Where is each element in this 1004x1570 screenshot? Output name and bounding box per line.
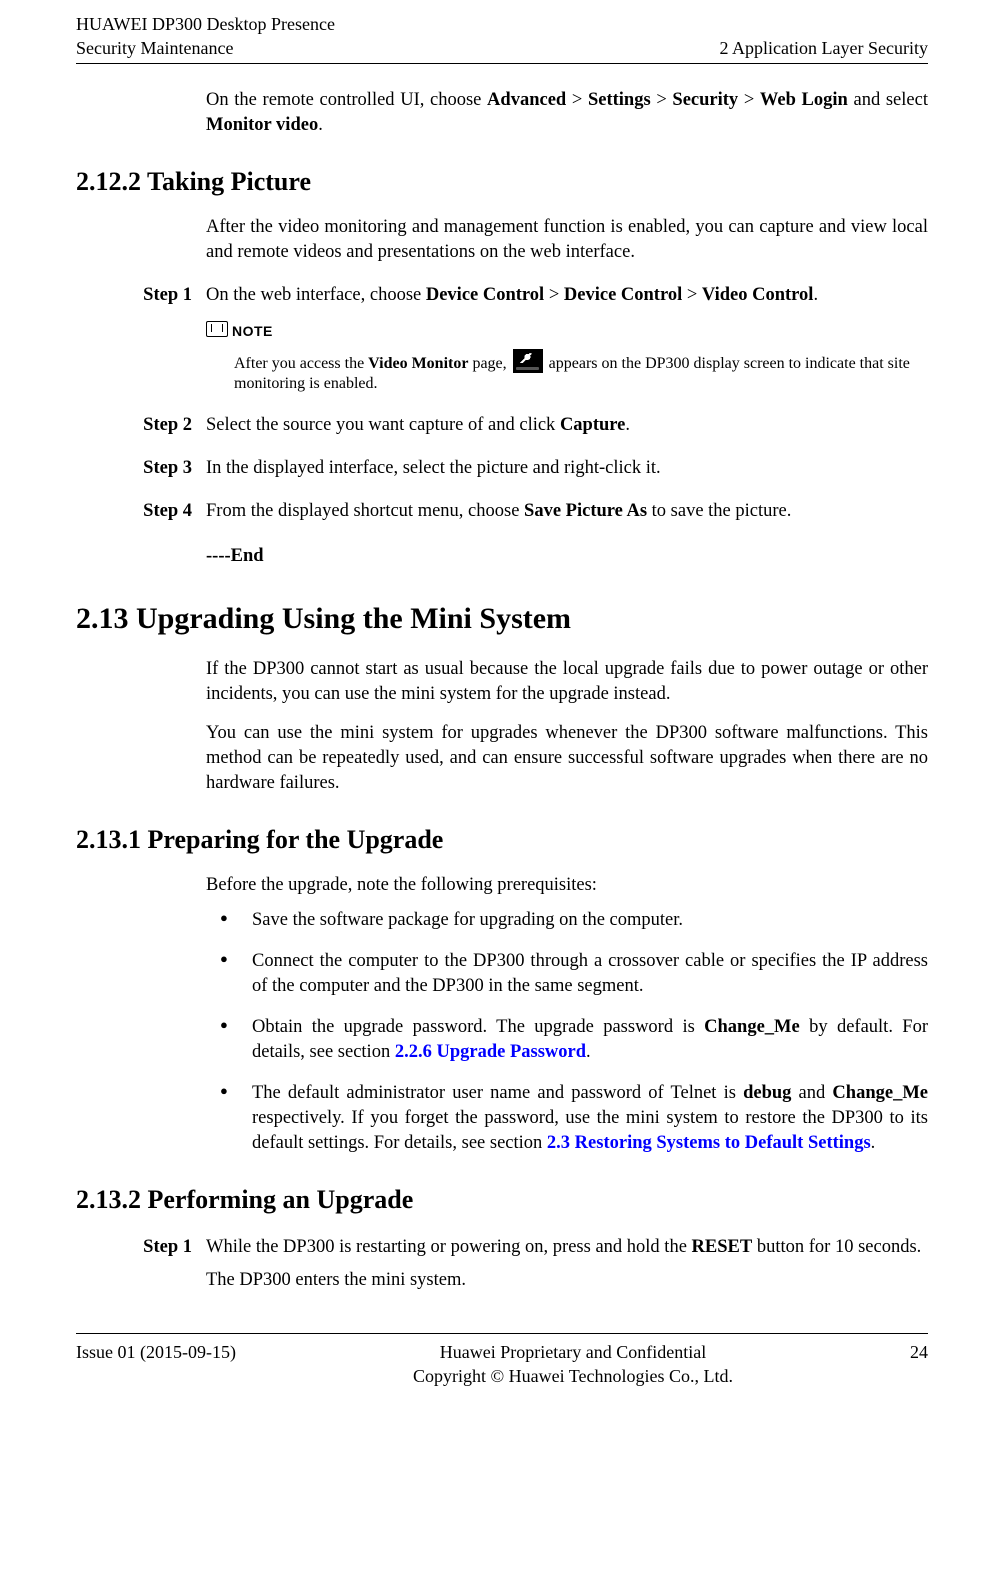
header-right: 2 Application Layer Security bbox=[720, 36, 928, 60]
page-header: HUAWEI DP300 Desktop Presence Security M… bbox=[76, 12, 928, 64]
header-left-line1: HUAWEI DP300 Desktop Presence bbox=[76, 12, 335, 36]
step-1-label: Step 1 bbox=[76, 1235, 206, 1293]
note-body: After you access the Video Monitor page,… bbox=[234, 349, 928, 396]
heading-2-13-1: 2.13.1 Preparing for the Upgrade bbox=[76, 822, 928, 857]
s2131-p1: Before the upgrade, note the following p… bbox=[206, 873, 928, 898]
list-item: The default administrator user name and … bbox=[206, 1081, 928, 1156]
note-book-icon bbox=[206, 321, 228, 337]
step-2-label: Step 2 bbox=[76, 413, 206, 438]
s213-p2: You can use the mini system for upgrades… bbox=[206, 721, 928, 796]
footer-center-1: Huawei Proprietary and Confidential bbox=[236, 1340, 910, 1364]
s2132-step1-p2: The DP300 enters the mini system. bbox=[206, 1268, 928, 1293]
note-block: NOTE After you access the Video Monitor … bbox=[206, 318, 928, 396]
prerequisite-list: Save the software package for upgrading … bbox=[206, 908, 928, 1156]
step-3-text: In the displayed interface, select the p… bbox=[206, 456, 928, 481]
xref-link[interactable]: 2.2.6 Upgrade Password bbox=[395, 1042, 586, 1062]
step-1-row: Step 1 On the web interface, choose Devi… bbox=[76, 283, 928, 396]
heading-2-13: 2.13 Upgrading Using the Mini System bbox=[76, 599, 928, 640]
step-2-row: Step 2 Select the source you want captur… bbox=[76, 413, 928, 438]
s2132-step-1-row: Step 1 While the DP300 is restarting or … bbox=[76, 1235, 928, 1293]
xref-link[interactable]: 2.3 Restoring Systems to Default Setting… bbox=[547, 1133, 871, 1153]
step-4-row: Step 4 From the displayed shortcut menu,… bbox=[76, 499, 928, 524]
heading-2-12-2: 2.12.2 Taking Picture bbox=[76, 164, 928, 199]
s2132-step1-text: While the DP300 is restarting or powerin… bbox=[206, 1235, 928, 1260]
step-4-text: From the displayed shortcut menu, choose… bbox=[206, 499, 928, 524]
note-label: NOTE bbox=[232, 322, 273, 341]
footer-left: Issue 01 (2015-09-15) bbox=[76, 1340, 236, 1389]
step-2-text: Select the source you want capture of an… bbox=[206, 413, 928, 438]
step-3-label: Step 3 bbox=[76, 456, 206, 481]
end-marker: ----End bbox=[206, 544, 928, 569]
list-item: Obtain the upgrade password. The upgrade… bbox=[206, 1015, 928, 1065]
step-1-label: Step 1 bbox=[76, 283, 206, 396]
list-item: Save the software package for upgrading … bbox=[206, 908, 928, 933]
list-item: Connect the computer to the DP300 throug… bbox=[206, 949, 928, 999]
s213-p1: If the DP300 cannot start as usual becau… bbox=[206, 657, 928, 707]
header-left-line2: Security Maintenance bbox=[76, 36, 233, 60]
camera-monitor-icon bbox=[513, 349, 543, 373]
page-footer: Issue 01 (2015-09-15) Huawei Proprietary… bbox=[76, 1333, 928, 1389]
footer-page-number: 24 bbox=[910, 1340, 928, 1389]
step-1-text: On the web interface, choose Device Cont… bbox=[206, 283, 928, 308]
s2122-intro: After the video monitoring and managemen… bbox=[206, 215, 928, 265]
intro-paragraph: On the remote controlled UI, choose Adva… bbox=[206, 88, 928, 138]
heading-2-13-2: 2.13.2 Performing an Upgrade bbox=[76, 1182, 928, 1217]
step-3-row: Step 3 In the displayed interface, selec… bbox=[76, 456, 928, 481]
footer-center-2: Copyright © Huawei Technologies Co., Ltd… bbox=[236, 1364, 910, 1388]
step-4-label: Step 4 bbox=[76, 499, 206, 524]
